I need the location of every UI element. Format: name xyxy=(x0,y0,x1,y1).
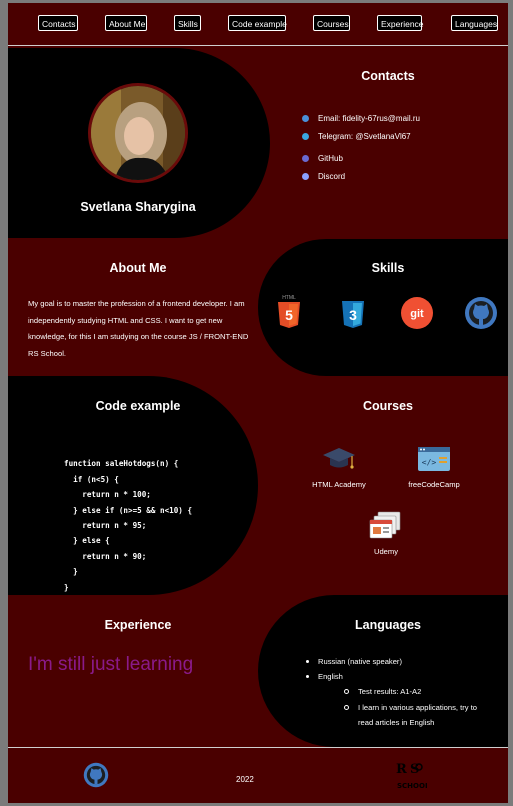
language-item: Russian (native speaker) xyxy=(304,654,477,669)
footer-github-icon[interactable] xyxy=(83,762,109,788)
github-icon xyxy=(302,154,309,162)
about-text: My goal is to master the profession of a… xyxy=(28,299,249,358)
nav-contacts-button[interactable]: Contacts xyxy=(38,15,78,31)
code-line: } xyxy=(64,567,78,577)
telegram-icon xyxy=(302,132,309,140)
nav-languages-button[interactable]: Languages xyxy=(451,15,498,31)
about-heading: About Me xyxy=(109,261,167,275)
browser-windows-icon xyxy=(369,511,403,541)
git-icon: git xyxy=(400,296,434,330)
top-nav: Contacts About Me Skills Code example Co… xyxy=(8,3,508,46)
code-line: } else { xyxy=(64,536,110,546)
nav-experience-button[interactable]: Experience xyxy=(377,15,424,31)
course-label: freeCodeCamp xyxy=(408,480,460,489)
code-line: return n * 100; xyxy=(64,490,151,500)
github-skill-icon xyxy=(464,296,498,330)
svg-text:SCHOOL: SCHOOL xyxy=(397,782,427,790)
experience-heading: Experience xyxy=(104,618,172,632)
contact-telegram[interactable]: Telegram: @SvetlanaVl67 xyxy=(302,127,420,145)
language-subitem: I learn in various applications, try to xyxy=(304,700,477,715)
course-freecodecamp[interactable]: </> freeCodeCamp xyxy=(389,444,479,489)
code-heading: Code example xyxy=(95,399,181,413)
contacts-heading: Contacts xyxy=(361,69,415,83)
course-html-academy[interactable]: HTML Academy xyxy=(294,444,384,489)
code-line: return n * 90; xyxy=(64,551,147,561)
code-line: function saleHotdogs(n) { xyxy=(64,459,179,469)
git-icon-text: git xyxy=(410,308,424,320)
svg-text:</>: </> xyxy=(422,458,437,467)
code-line: } xyxy=(64,582,69,592)
code-line: } else if (n>=5 && n<10) { xyxy=(64,505,193,515)
svg-text:R: R xyxy=(396,762,407,777)
code-line: if (n<5) { xyxy=(64,474,119,484)
contact-telegram-label: Telegram: @SvetlanaVl67 xyxy=(318,131,411,141)
skills-heading: Skills xyxy=(371,261,405,275)
css3-icon-text: 3 xyxy=(349,307,357,323)
contacts-list: Email: fidelity-67rus@mail.ru Telegram: … xyxy=(302,109,420,185)
code-window-icon: </> xyxy=(417,444,451,474)
languages-list: Russian (native speaker) English Test re… xyxy=(304,654,477,730)
courses-heading: Courses xyxy=(362,399,414,413)
code-block: function saleHotdogs(n) { if (n<5) { ret… xyxy=(64,441,192,626)
email-icon xyxy=(302,114,309,122)
profile-name: Svetlana Sharygina xyxy=(80,200,196,214)
course-label: Udemy xyxy=(373,547,399,556)
rs-school-logo[interactable]: R S SCHOOL xyxy=(393,758,430,792)
discord-icon xyxy=(302,172,309,180)
contact-github[interactable]: GitHub xyxy=(302,149,420,167)
course-label: HTML Academy xyxy=(312,480,366,489)
contact-discord[interactable]: Discord xyxy=(302,167,420,185)
contact-github-label: GitHub xyxy=(318,153,343,163)
css3-icon: 3 xyxy=(336,298,370,332)
footer-year: 2022 xyxy=(236,775,254,784)
footer: 2022 R S SCHOOL xyxy=(8,747,508,803)
avatar xyxy=(88,83,188,183)
experience-text: I'm still just learning xyxy=(28,654,194,675)
html5-icon-text: 5 xyxy=(285,307,293,323)
nav-about-button[interactable]: About Me xyxy=(105,15,147,31)
contact-email-label: Email: fidelity-67rus@mail.ru xyxy=(318,113,420,123)
page: Contacts About Me Skills Code example Co… xyxy=(8,3,508,803)
graduation-cap-icon xyxy=(322,444,356,474)
language-item: English xyxy=(304,669,477,684)
course-udemy[interactable]: Udemy xyxy=(341,511,431,556)
contact-discord-label: Discord xyxy=(318,171,346,181)
nav-skills-button[interactable]: Skills xyxy=(174,15,201,31)
language-subitem-continued: read articles in English xyxy=(358,717,435,727)
html5-caption: HTML xyxy=(282,295,296,301)
nav-courses-button[interactable]: Courses xyxy=(313,15,350,31)
language-subitem: Test results: A1-A2 xyxy=(304,684,477,699)
code-line: return n * 95; xyxy=(64,521,147,531)
html5-icon: HTML 5 xyxy=(272,293,306,328)
languages-heading: Languages xyxy=(355,618,421,632)
nav-code-button[interactable]: Code example xyxy=(228,15,287,31)
contact-email[interactable]: Email: fidelity-67rus@mail.ru xyxy=(302,109,420,127)
